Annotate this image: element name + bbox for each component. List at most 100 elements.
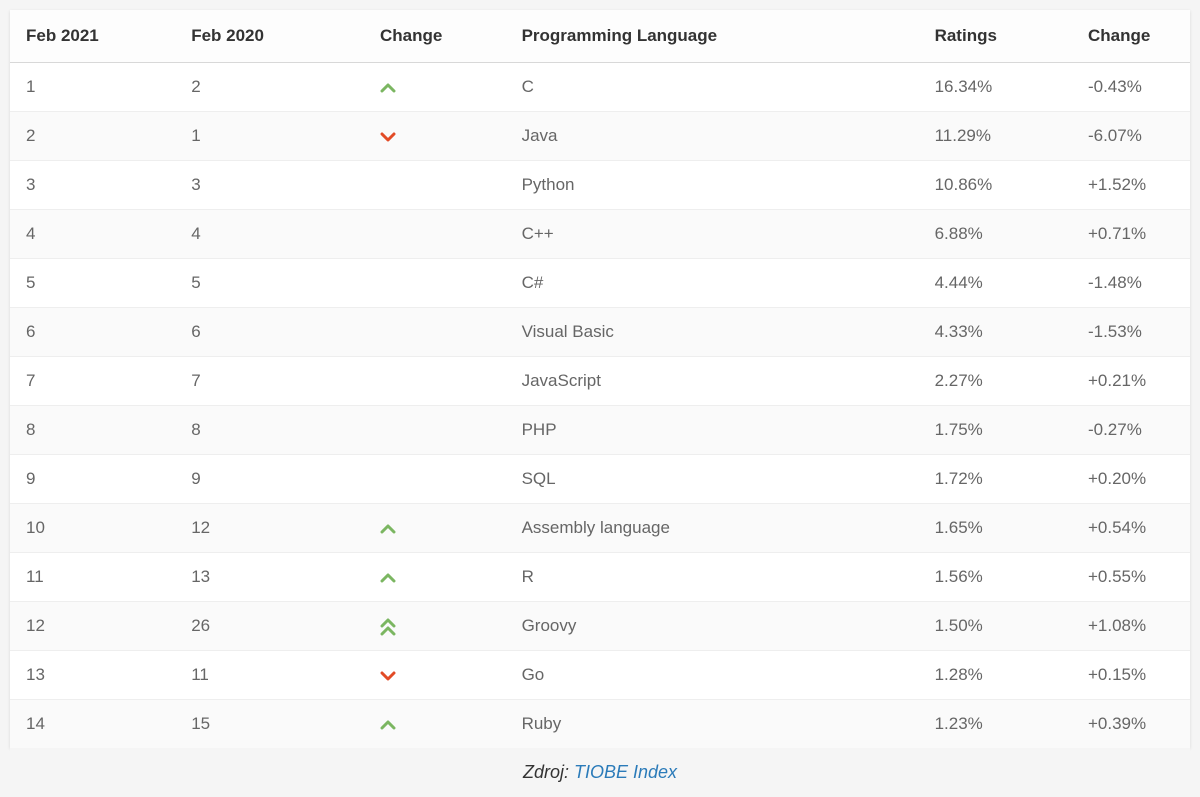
cell-change-icon	[364, 406, 506, 455]
double-chevron-up-icon	[380, 618, 396, 636]
cell-change-icon	[364, 161, 506, 210]
cell-change-pct: -6.07%	[1072, 112, 1190, 161]
table-row: 33 Python10.86%+1.52%	[10, 161, 1190, 210]
chevron-down-icon	[380, 670, 396, 682]
cell-ratings: 2.27%	[919, 357, 1072, 406]
table-row: 44C++6.88%+0.71%	[10, 210, 1190, 259]
cell-feb2021: 10	[10, 504, 175, 553]
cell-feb2021: 14	[10, 700, 175, 749]
cell-change-pct: -0.43%	[1072, 63, 1190, 112]
cell-change-icon	[364, 259, 506, 308]
cell-language: C#	[506, 259, 919, 308]
cell-change-icon	[364, 308, 506, 357]
cell-change-icon	[364, 602, 506, 651]
cell-feb2021: 8	[10, 406, 175, 455]
table-row: 88 PHP1.75%-0.27%	[10, 406, 1190, 455]
header-feb2020[interactable]: Feb 2020	[175, 10, 364, 63]
cell-ratings: 4.33%	[919, 308, 1072, 357]
cell-change-icon	[364, 112, 506, 161]
chevron-up-icon	[380, 719, 396, 731]
cell-feb2020: 26	[175, 602, 364, 651]
cell-change-pct: -1.53%	[1072, 308, 1190, 357]
cell-change-icon	[364, 357, 506, 406]
cell-language: Visual Basic	[506, 308, 919, 357]
chevron-up-icon	[380, 82, 396, 94]
table-row: 1012Assembly language1.65%+0.54%	[10, 504, 1190, 553]
cell-language: Python	[506, 161, 919, 210]
cell-change-pct: -0.27%	[1072, 406, 1190, 455]
source-link[interactable]: TIOBE Index	[574, 762, 677, 782]
table-row: 1311Go1.28%+0.15%	[10, 651, 1190, 700]
cell-language: R	[506, 553, 919, 602]
cell-change-pct: +0.20%	[1072, 455, 1190, 504]
table-row: 66Visual Basic4.33%-1.53%	[10, 308, 1190, 357]
tiobe-table-container: Feb 2021 Feb 2020 Change Programming Lan…	[10, 10, 1190, 748]
cell-feb2020: 7	[175, 357, 364, 406]
cell-change-pct: +0.71%	[1072, 210, 1190, 259]
cell-language: C++	[506, 210, 919, 259]
cell-change-pct: +0.21%	[1072, 357, 1190, 406]
header-language[interactable]: Programming Language	[506, 10, 919, 63]
cell-change-pct: -1.48%	[1072, 259, 1190, 308]
cell-change-pct: +0.54%	[1072, 504, 1190, 553]
cell-ratings: 16.34%	[919, 63, 1072, 112]
cell-feb2020: 4	[175, 210, 364, 259]
cell-language: JavaScript	[506, 357, 919, 406]
chevron-down-icon	[380, 131, 396, 143]
cell-language: Ruby	[506, 700, 919, 749]
chevron-up-icon	[380, 572, 396, 584]
cell-change-icon	[364, 210, 506, 259]
cell-language: PHP	[506, 406, 919, 455]
table-row: 21Java11.29%-6.07%	[10, 112, 1190, 161]
cell-ratings: 1.65%	[919, 504, 1072, 553]
cell-feb2021: 3	[10, 161, 175, 210]
cell-feb2020: 3	[175, 161, 364, 210]
cell-change-pct: +1.52%	[1072, 161, 1190, 210]
cell-ratings: 1.56%	[919, 553, 1072, 602]
cell-ratings: 10.86%	[919, 161, 1072, 210]
chevron-up-icon	[380, 523, 396, 535]
cell-change-icon	[364, 700, 506, 749]
table-row: 12C16.34%-0.43%	[10, 63, 1190, 112]
cell-ratings: 1.50%	[919, 602, 1072, 651]
cell-language: Java	[506, 112, 919, 161]
cell-feb2020: 6	[175, 308, 364, 357]
cell-change-icon	[364, 455, 506, 504]
cell-ratings: 4.44%	[919, 259, 1072, 308]
caption-prefix: Zdroj:	[523, 762, 574, 782]
cell-change-icon	[364, 553, 506, 602]
table-row: 1415Ruby1.23%+0.39%	[10, 700, 1190, 749]
cell-change-pct: +0.15%	[1072, 651, 1190, 700]
cell-ratings: 1.75%	[919, 406, 1072, 455]
cell-feb2020: 2	[175, 63, 364, 112]
cell-language: Assembly language	[506, 504, 919, 553]
cell-feb2020: 15	[175, 700, 364, 749]
table-row: 99SQL1.72%+0.20%	[10, 455, 1190, 504]
cell-change-pct: +0.55%	[1072, 553, 1190, 602]
table-header-row: Feb 2021 Feb 2020 Change Programming Lan…	[10, 10, 1190, 63]
header-ratings[interactable]: Ratings	[919, 10, 1072, 63]
cell-feb2021: 9	[10, 455, 175, 504]
cell-feb2021: 13	[10, 651, 175, 700]
table-row: 1113R1.56%+0.55%	[10, 553, 1190, 602]
cell-feb2021: 12	[10, 602, 175, 651]
caption: Zdroj: TIOBE Index	[10, 748, 1190, 787]
cell-feb2020: 5	[175, 259, 364, 308]
cell-ratings: 11.29%	[919, 112, 1072, 161]
cell-language: SQL	[506, 455, 919, 504]
table-body: 12 C16.34%-0.43%21Java11.29%-6.07%33 Pytho…	[10, 63, 1190, 749]
header-change-pct[interactable]: Change	[1072, 10, 1190, 63]
header-feb2021[interactable]: Feb 2021	[10, 10, 175, 63]
cell-feb2021: 11	[10, 553, 175, 602]
header-change-icon[interactable]: Change	[364, 10, 506, 63]
table-row: 1226Groovy1.50%+1.08%	[10, 602, 1190, 651]
cell-feb2020: 9	[175, 455, 364, 504]
cell-feb2021: 5	[10, 259, 175, 308]
cell-change-pct: +0.39%	[1072, 700, 1190, 749]
cell-language: Go	[506, 651, 919, 700]
cell-change-icon	[364, 504, 506, 553]
cell-language: C	[506, 63, 919, 112]
table-row: 55 C#4.44%-1.48%	[10, 259, 1190, 308]
cell-change-icon	[364, 651, 506, 700]
cell-feb2020: 8	[175, 406, 364, 455]
